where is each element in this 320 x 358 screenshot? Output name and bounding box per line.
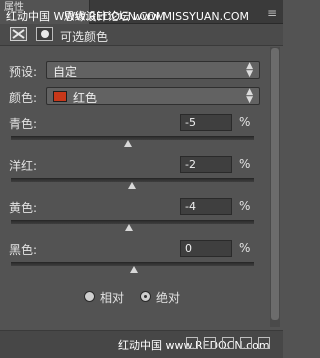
color-swatch — [53, 91, 67, 102]
magenta-slider-thumb[interactable] — [128, 182, 136, 189]
adjustment-layer-icon[interactable] — [10, 27, 27, 41]
panel-menu-icon[interactable]: ≡ — [267, 6, 277, 20]
cyan-label: 青色: — [9, 117, 38, 131]
dropdown-arrows-icon: ▲ ▼ — [246, 87, 253, 105]
absolute-label: 绝对 — [156, 291, 181, 305]
yellow-label: 黄色: — [9, 201, 38, 215]
trash-icon[interactable] — [258, 337, 270, 349]
mask-icon[interactable] — [36, 27, 53, 41]
magenta-unit: % — [239, 157, 251, 171]
cyan-unit: % — [239, 115, 251, 129]
preset-select[interactable]: 自定 ▲ ▼ — [46, 61, 260, 79]
reset-icon[interactable] — [222, 337, 234, 349]
colors-label: 颜色: — [9, 91, 38, 105]
cyan-input[interactable]: -5 — [180, 114, 232, 131]
black-slider-thumb[interactable] — [130, 266, 138, 273]
magenta-label: 洋红: — [9, 159, 38, 173]
colors-value: 红色 — [73, 91, 98, 105]
black-unit: % — [239, 241, 251, 255]
scrollbar-thumb[interactable] — [271, 48, 279, 320]
preset-value: 自定 — [53, 65, 78, 79]
yellow-unit: % — [239, 199, 251, 213]
relative-radio[interactable] — [84, 291, 95, 302]
black-input[interactable]: 0 — [180, 240, 232, 257]
dropdown-arrows-icon: ▲ ▼ — [246, 61, 253, 79]
visibility-icon[interactable] — [240, 337, 252, 349]
cyan-slider-thumb[interactable] — [124, 140, 132, 147]
magenta-input[interactable]: -2 — [180, 156, 232, 173]
preset-label: 预设: — [9, 65, 38, 79]
relative-label: 相对 — [100, 291, 125, 305]
watermark-right: 思缘设计论坛 www.MISSYUAN.COM — [63, 10, 249, 23]
colors-select[interactable]: 红色 ▲ ▼ — [46, 87, 260, 105]
clip-to-layer-icon[interactable] — [186, 337, 198, 349]
black-label: 黑色: — [9, 243, 38, 257]
yellow-slider-thumb[interactable] — [125, 224, 133, 231]
yellow-input[interactable]: -4 — [180, 198, 232, 215]
panel-title: 可选颜色 — [60, 30, 109, 44]
absolute-radio[interactable] — [140, 291, 151, 302]
view-previous-icon[interactable] — [204, 337, 216, 349]
cyan-slider-track[interactable] — [11, 136, 254, 140]
